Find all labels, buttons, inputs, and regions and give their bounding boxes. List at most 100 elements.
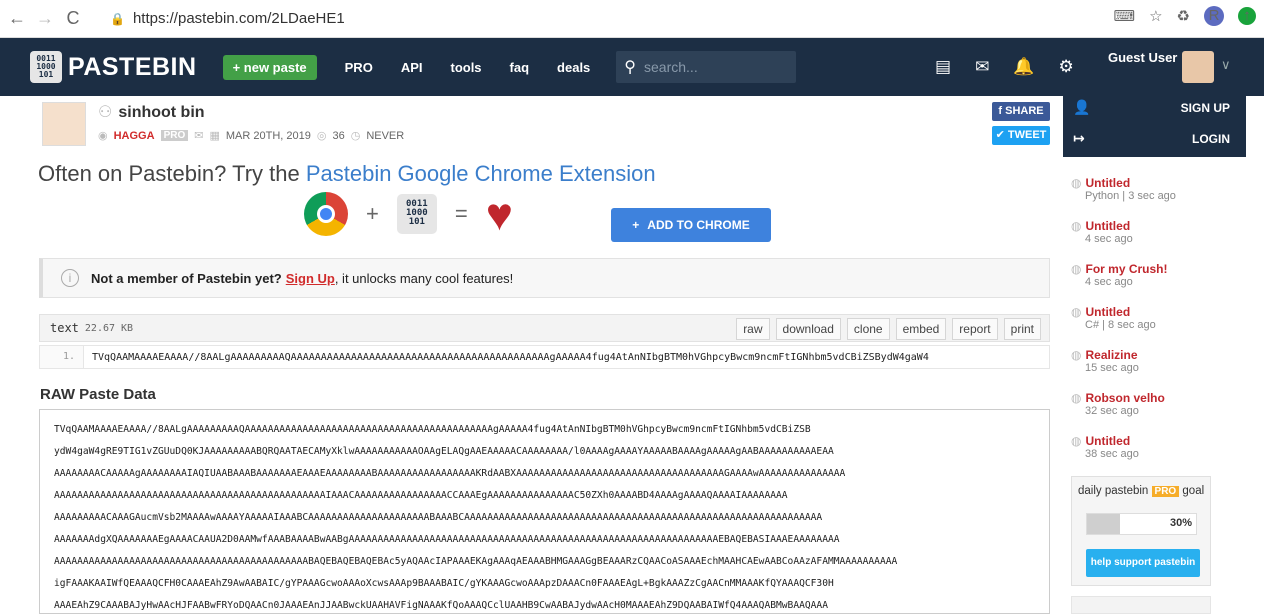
goal-percent: 30% xyxy=(1169,517,1192,529)
extension-icon[interactable]: ♻ xyxy=(1177,7,1190,25)
clone-button[interactable]: clone xyxy=(846,318,890,340)
daily-goal-box: daily pastebin PRO goal 30% help support… xyxy=(1071,476,1211,586)
nav-api[interactable]: API xyxy=(401,60,423,75)
report-button[interactable]: report xyxy=(952,318,998,340)
embed-button[interactable]: embed xyxy=(895,318,947,340)
goal-progress-bar: 30% xyxy=(1086,513,1197,535)
goal-title: daily pastebin PRO goal xyxy=(1078,485,1205,497)
raw-paste-heading: RAW Paste Data xyxy=(40,386,156,403)
raw-line: AAAEAhZ9CAAABAJyHwAAcHJFAABwFRYoDQAACn0J… xyxy=(54,600,828,611)
forward-button[interactable]: → xyxy=(34,8,56,29)
raw-line: AAAAAAAdgXQAAAAAAAEgAAAACAAUA2D0AAMwfAAA… xyxy=(54,534,840,545)
address-bar[interactable]: https://pastebin.com/2LDaeHE1 xyxy=(133,10,345,27)
message-icon[interactable]: ✉ xyxy=(194,129,203,142)
signup-link[interactable]: Sign Up xyxy=(286,271,335,286)
new-paste-button[interactable]: + new paste xyxy=(222,54,317,80)
search-input[interactable]: ⚲ search... xyxy=(616,51,797,83)
chevron-down-icon[interactable]: ∨ xyxy=(1221,57,1231,73)
raw-line: igFAAAKAAIWfQEAAAQCFH0CAAAEAhZ9AwAABAIC/… xyxy=(54,578,834,589)
translate-icon[interactable]: ⌨ xyxy=(1113,7,1135,25)
syntax-format[interactable]: text xyxy=(50,321,79,335)
plus-sign: + xyxy=(366,201,379,226)
logo-text: PASTEBIN xyxy=(68,52,197,81)
recent-paste-item[interactable]: ◍ Untitled Python | 3 sec ago xyxy=(1071,176,1176,202)
raw-paste-textarea[interactable]: TVqQAAMAAAAEAAAA//8AALgAAAAAAAAAQAAAAAAA… xyxy=(39,409,1050,614)
browser-toolbar: ← → C 🔒 https://pastebin.com/2LDaeHE1 ⌨ … xyxy=(0,0,1264,38)
reload-button[interactable]: C xyxy=(62,8,84,29)
nav-pro[interactable]: PRO xyxy=(345,60,373,75)
code-toolbar: text 22.67 KB raw download clone embed r… xyxy=(39,314,1050,342)
chrome-extension-promo: Often on Pastebin? Try the Pastebin Goog… xyxy=(38,161,656,186)
guest-user-label[interactable]: Guest User xyxy=(1108,50,1177,65)
code-line: 1. TVqQAAMAAAAEAAAA//8AALgAAAAAAAAAQAAAA… xyxy=(39,345,1050,369)
tweet-button[interactable]: ✔ TWEET xyxy=(992,126,1050,145)
recent-pastes-sidebar: ◍ Untitled Python | 3 sec ago ◍ Untitled 4 s… xyxy=(1063,96,1246,614)
sidebar-ad-placeholder xyxy=(1071,596,1211,614)
plus-icon: + xyxy=(232,59,244,75)
recent-paste-item[interactable]: ◍ Realizine 15 sec ago xyxy=(1071,348,1139,374)
bell-icon[interactable]: 🔔 xyxy=(1013,57,1034,77)
chrome-extension-link[interactable]: Pastebin Google Chrome Extension xyxy=(306,161,656,186)
print-button[interactable]: print xyxy=(1003,318,1041,340)
equals-sign: = xyxy=(454,201,468,226)
login-menu-item[interactable]: ↦ LOGIN xyxy=(1063,123,1246,154)
user-avatar[interactable] xyxy=(1182,51,1214,83)
extension-green-icon[interactable]: ↑ xyxy=(1238,7,1256,25)
raw-line: TVqQAAMAAAAEAAAA//8AALgAAAAAAAAAQAAAAAAA… xyxy=(54,424,811,435)
promo-graphic: + 0011 1000 101 = ♥ xyxy=(304,188,514,240)
globe-icon: ◍ xyxy=(1071,305,1082,319)
nav-faq[interactable]: faq xyxy=(510,60,530,75)
paste-size: 22.67 KB xyxy=(84,322,134,334)
plus-icon: + xyxy=(632,218,640,232)
code-content: TVqQAAMAAAAEAAAA//8AALgAAAAAAAAAQAAAAAAA… xyxy=(92,351,929,363)
mail-icon[interactable]: ✉ xyxy=(975,57,989,77)
nav-tools[interactable]: tools xyxy=(450,60,481,75)
bookmark-star-icon[interactable]: ☆ xyxy=(1149,7,1162,25)
logo-icon: 0011 1000 101 xyxy=(30,51,62,83)
view-count: 36 xyxy=(332,129,345,142)
globe-icon: ◍ xyxy=(1071,434,1082,448)
download-button[interactable]: download xyxy=(775,318,841,340)
raw-button[interactable]: raw xyxy=(736,318,770,340)
profile-avatar[interactable]: R xyxy=(1204,6,1224,26)
paste-meta: ◉ HAGGA PRO ✉ ▦ MAR 20TH, 2019 ◎ 36 ◷ NE… xyxy=(98,129,405,143)
calendar-icon: ▦ xyxy=(209,130,220,142)
link-icon: ⚇ xyxy=(98,104,113,121)
info-icon: i xyxy=(61,269,79,287)
line-number: 1. xyxy=(40,346,84,368)
gear-icon[interactable]: ⚙ xyxy=(1058,57,1073,77)
signup-notice: i Not a member of Pastebin yet? Sign Up,… xyxy=(39,258,1050,298)
pro-badge: PRO xyxy=(160,130,189,141)
recent-paste-item[interactable]: ◍ For my Crush! 4 sec ago xyxy=(1071,262,1168,288)
add-to-chrome-button[interactable]: + ADD TO CHROME xyxy=(611,208,771,242)
heart-icon: ♥ xyxy=(485,188,514,240)
pastebin-logo[interactable]: 0011 1000 101 PASTEBIN xyxy=(30,51,197,83)
recent-paste-item[interactable]: ◍ Untitled 38 sec ago xyxy=(1071,434,1139,460)
globe-icon: ◍ xyxy=(1071,219,1082,233)
twitter-icon: ✔ xyxy=(995,129,1008,141)
paste-date: MAR 20TH, 2019 xyxy=(225,129,311,142)
globe-icon: ◍ xyxy=(1071,391,1082,405)
back-button[interactable]: ← xyxy=(6,8,28,29)
help-support-button[interactable]: help support pastebin xyxy=(1086,549,1200,577)
raw-line: AAAAAAAAAAAAAAAAAAAAAAAAAAAAAAAAAAAAAAAA… xyxy=(54,490,788,501)
globe-icon: ◍ xyxy=(1071,262,1082,276)
facebook-share-button[interactable]: f SHARE xyxy=(992,102,1050,121)
raw-line: ydW4gaW4gRE9TIG1vZGUuDQ0KJAAAAAAAAABQRQA… xyxy=(54,446,834,457)
author-link[interactable]: HAGGA xyxy=(114,130,155,142)
expiration: NEVER xyxy=(366,129,405,142)
raw-line: AAAAAAAACAAAAAgAAAAAAAAIAQIUAABAAABAAAAA… xyxy=(54,468,846,479)
recent-paste-item[interactable]: ◍ Untitled C# | 8 sec ago xyxy=(1071,305,1156,331)
recent-paste-item[interactable]: ◍ Robson velho 32 sec ago xyxy=(1071,391,1165,417)
document-icon[interactable]: ▤ xyxy=(935,57,951,77)
user-icon: 👤 xyxy=(1073,99,1091,115)
pastebin-logo-icon: 0011 1000 101 xyxy=(396,194,437,234)
lock-icon: 🔒 xyxy=(110,11,125,26)
signup-menu-item[interactable]: 👤 SIGN UP xyxy=(1063,92,1246,123)
eye-icon: ◎ xyxy=(316,130,327,142)
goal-progress-fill xyxy=(1087,514,1120,534)
recent-paste-item[interactable]: ◍ Untitled 4 sec ago xyxy=(1071,219,1133,245)
user-circle-icon: ◉ xyxy=(98,130,108,142)
nav-deals[interactable]: deals xyxy=(557,60,590,75)
user-dropdown: 👤 SIGN UP ↦ LOGIN xyxy=(1063,92,1246,157)
